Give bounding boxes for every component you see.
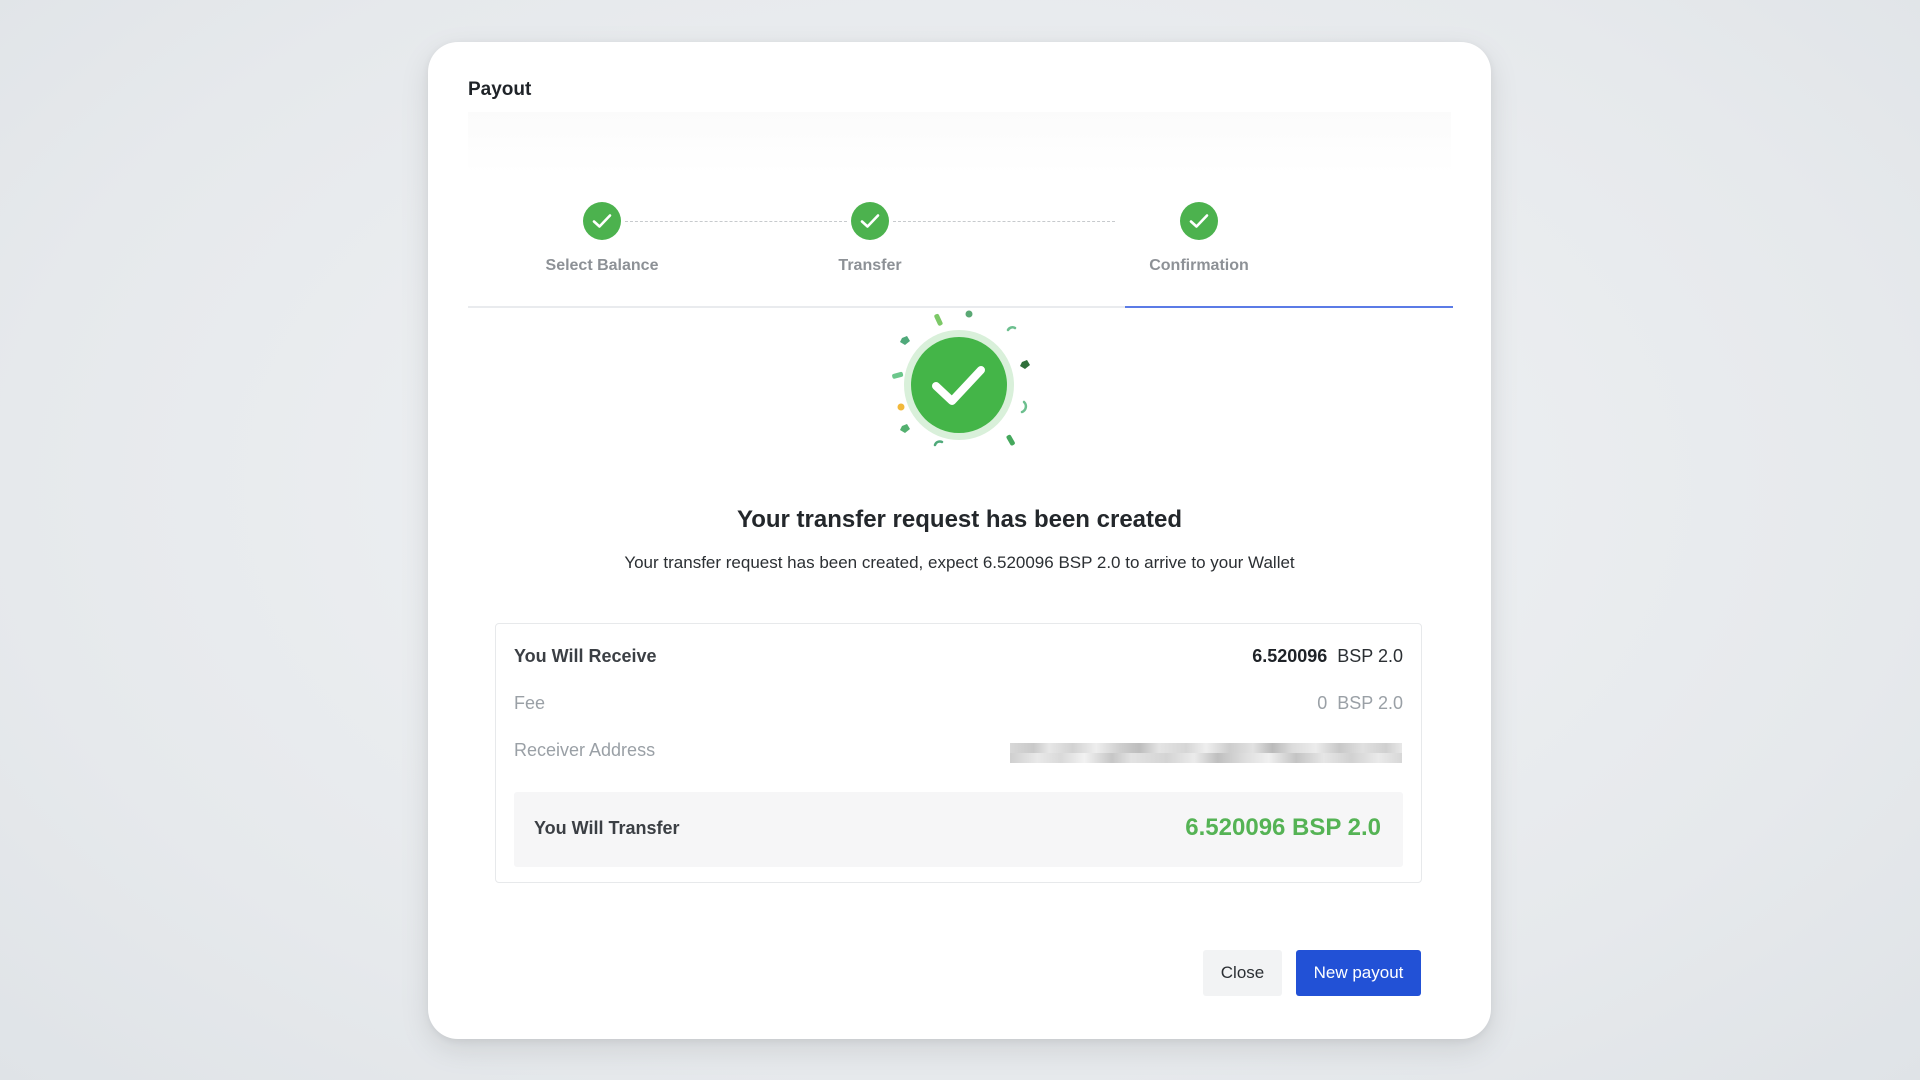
step-label: Select Balance — [545, 257, 659, 274]
payout-modal: Payout Select Balance Transfer Confirmat… — [428, 42, 1491, 1039]
step-transfer[interactable]: Transfer — [760, 202, 980, 275]
payout-stepper: Select Balance Transfer Confirmation — [468, 160, 1453, 308]
step-select-balance[interactable]: Select Balance — [492, 202, 712, 275]
transfer-label: You Will Transfer — [534, 818, 680, 838]
receive-value: 6.520096 BSP 2.0 — [1252, 646, 1403, 667]
fee-row: Fee 0 BSP 2.0 — [514, 693, 1403, 717]
stepper-active-underline — [1125, 306, 1453, 308]
step-complete-check-icon — [1180, 202, 1218, 240]
new-payout-button[interactable]: New payout — [1296, 950, 1421, 996]
receiver-address-redacted — [1010, 743, 1402, 763]
receive-row: You Will Receive 6.520096 BSP 2.0 — [514, 646, 1403, 670]
step-complete-check-icon — [851, 202, 889, 240]
close-button[interactable]: Close — [1203, 950, 1282, 996]
receiver-address-row: Receiver Address — [514, 740, 1403, 764]
success-headline: Your transfer request has been created — [736, 506, 1183, 533]
transfer-summary-card: You Will Receive 6.520096 BSP 2.0 Fee 0 BS… — [495, 623, 1422, 883]
receive-currency: BSP 2.0 — [1337, 646, 1403, 666]
success-message: Your transfer request has been created, … — [624, 553, 1295, 572]
modal-title: Payout — [468, 79, 532, 100]
step-complete-check-icon — [583, 202, 621, 240]
fee-value: 0 BSP 2.0 — [1317, 693, 1403, 714]
transfer-total-box: You Will Transfer 6.520096 BSP 2.0 — [514, 792, 1403, 867]
step-confirmation[interactable]: Confirmation — [1089, 202, 1309, 275]
step-label: Confirmation — [1149, 257, 1249, 274]
transfer-value: 6.520096 BSP 2.0 — [1185, 814, 1381, 841]
step-label: Transfer — [838, 257, 902, 274]
receive-amount: 6.520096 — [1252, 646, 1328, 666]
success-check-circle-icon — [884, 310, 1034, 460]
receiver-address-label: Receiver Address — [514, 740, 656, 760]
fee-amount: 0 — [1317, 693, 1328, 713]
fee-label: Fee — [514, 693, 546, 713]
receive-label: You Will Receive — [514, 646, 657, 666]
fee-currency: BSP 2.0 — [1337, 693, 1403, 713]
